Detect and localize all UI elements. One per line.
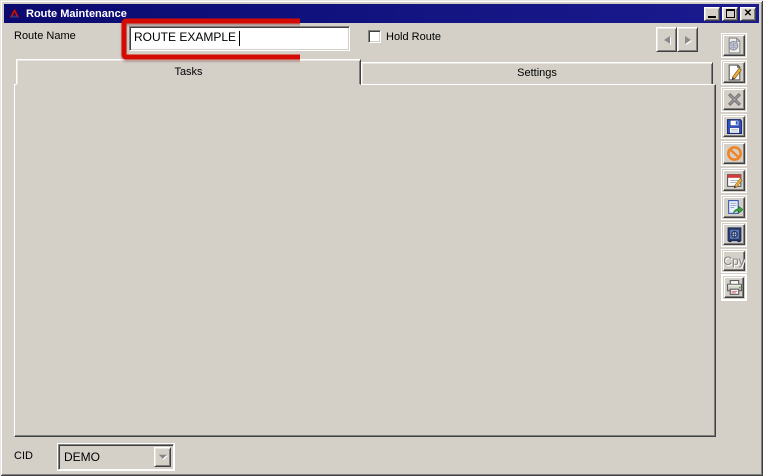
cpy-button[interactable]: Cpy (721, 249, 747, 273)
cancel-icon (726, 145, 743, 162)
window-title: Route Maintenance (26, 8, 127, 20)
cpy-label: Cpy (723, 254, 744, 268)
route-maintenance-window: Route Maintenance ✕ Route Name Hold Rout… (0, 0, 763, 476)
close-button[interactable]: ✕ (740, 7, 756, 21)
close-icon: ✕ (744, 9, 752, 19)
record-next-button[interactable] (677, 27, 698, 52)
maximize-icon (726, 9, 735, 18)
copy-route-button[interactable] (721, 195, 747, 220)
schedule-edit-button[interactable] (721, 168, 747, 193)
text-caret (239, 31, 240, 46)
cid-label: CID (14, 450, 33, 463)
delete-button[interactable] (721, 87, 747, 112)
route-name-input[interactable] (129, 26, 350, 51)
next-arrow-icon (685, 36, 695, 44)
edit-button[interactable] (721, 60, 747, 85)
cancel-button[interactable] (721, 141, 747, 166)
tab-tasks[interactable]: Tasks (16, 59, 361, 85)
schedule-edit-icon (726, 172, 743, 189)
delete-icon (726, 91, 743, 108)
cid-value: DEMO (64, 450, 100, 464)
title-bar[interactable]: Route Maintenance ✕ (4, 4, 759, 23)
route-name-input-text[interactable] (134, 30, 334, 44)
route-name-label: Route Name (14, 30, 76, 43)
record-prev-button[interactable] (656, 27, 677, 52)
safe-icon (726, 226, 743, 243)
save-icon (726, 118, 743, 135)
edit-icon (726, 64, 743, 81)
tab-settings[interactable]: Settings (361, 62, 713, 85)
hold-route-label: Hold Route (386, 31, 441, 44)
print-icon (726, 279, 743, 296)
safe-button[interactable] (721, 222, 747, 247)
minimize-button[interactable] (704, 7, 720, 21)
maximize-button[interactable] (722, 7, 738, 21)
prev-arrow-icon (660, 36, 670, 44)
save-button[interactable] (721, 114, 747, 139)
tasks-tab-panel (14, 84, 716, 437)
app-logo-icon (8, 7, 21, 20)
hold-route-checkbox[interactable] (368, 30, 381, 43)
minimize-icon (708, 16, 716, 18)
new-record-icon (726, 37, 743, 54)
cid-dropdown-button[interactable] (154, 447, 171, 467)
cid-dropdown[interactable]: DEMO (58, 444, 174, 470)
new-record-button[interactable] (721, 33, 747, 58)
chevron-down-icon (158, 454, 168, 460)
print-button[interactable] (721, 274, 747, 301)
copy-route-icon (726, 199, 743, 216)
